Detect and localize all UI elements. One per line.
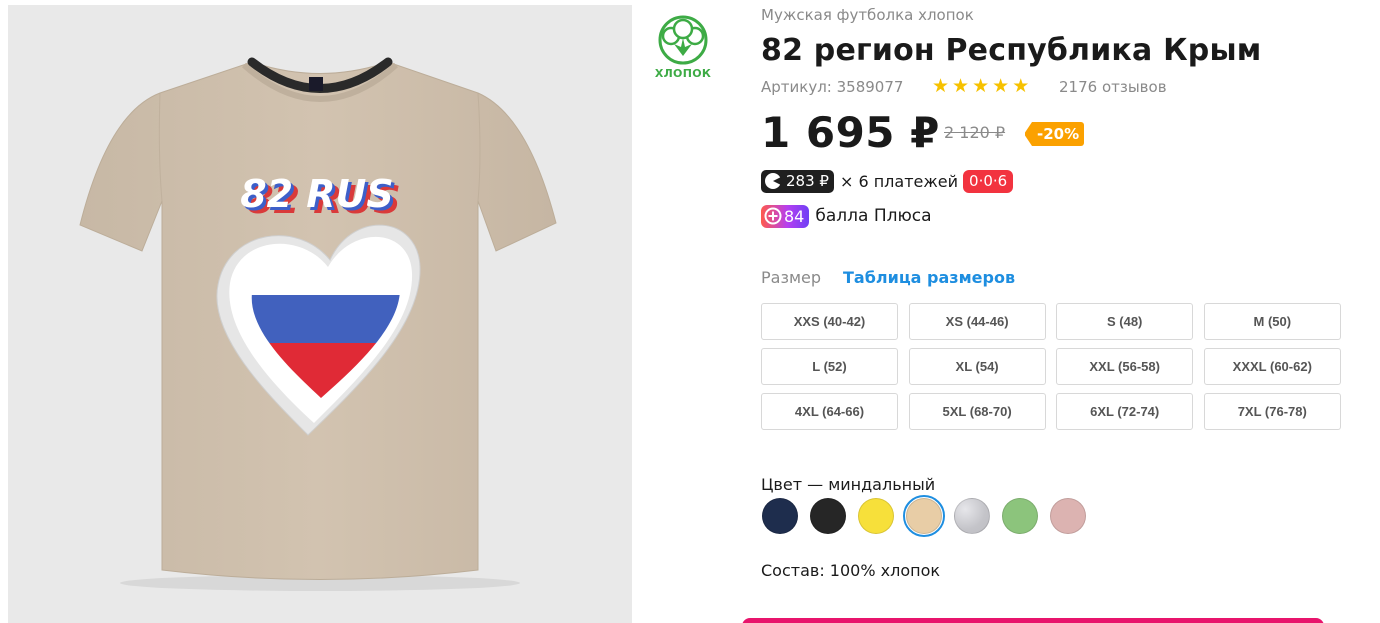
color-swatch-dot (1050, 498, 1086, 534)
add-to-cart-button[interactable] (742, 618, 1324, 623)
installments-row[interactable]: 283 ₽ × 6 платежей 0·0·6 (761, 169, 1014, 193)
color-swatch-dot (906, 498, 942, 534)
star-icon: ★ (932, 75, 953, 97)
rating-stars[interactable]: ★★★★★ (932, 75, 1032, 97)
color-swatch[interactable] (855, 495, 897, 537)
size-option[interactable]: XXL (56-58) (1056, 348, 1194, 385)
size-grid: XXS (40-42) XS (44-46) S (48) M (50) L (… (761, 303, 1341, 430)
plus-points-chip: 84 (761, 204, 810, 228)
cotton-icon (658, 15, 708, 65)
plus-text: балла Плюса (815, 206, 932, 226)
old-price: 2 120 ₽ (944, 123, 1006, 142)
cotton-badge: ХЛОПОК (651, 14, 715, 80)
product-page: 82 RUS 82 RUS 82 RUS ХЛОПОК Мужская футб… (0, 0, 1380, 623)
size-option[interactable]: 4XL (64-66) (761, 393, 898, 430)
cotton-badge-label: ХЛОПОК (654, 67, 712, 80)
size-option[interactable]: 7XL (76-78) (1203, 393, 1341, 430)
print-text: 82 RUS (240, 172, 394, 216)
product-sku: Артикул: 3589077 (761, 78, 904, 96)
color-swatch-dot (810, 498, 846, 534)
composition: Состав: 100% хлопок (761, 561, 941, 580)
star-icon: ★ (992, 75, 1013, 97)
installment-text: × 6 платежей (839, 171, 959, 191)
color-swatches (759, 495, 1089, 537)
color-swatch[interactable] (807, 495, 849, 537)
installment-amount-chip: 283 ₽ (761, 169, 834, 193)
size-label: Размер (761, 268, 822, 287)
split-icon (765, 173, 782, 189)
color-swatch[interactable] (759, 495, 801, 537)
reviews-link[interactable]: 2176 отзывов (1059, 78, 1167, 96)
installment-amount: 283 ₽ (786, 172, 829, 190)
plus-points: 84 (784, 206, 805, 226)
product-category[interactable]: Мужская футболка хлопок (761, 6, 974, 24)
current-price: 1 695 ₽ (761, 108, 940, 157)
size-option[interactable]: M (50) (1203, 303, 1341, 340)
discount-badge: -20% (1023, 122, 1085, 146)
size-option[interactable]: XXXL (60-62) (1203, 348, 1341, 385)
size-option[interactable]: 6XL (72-74) (1056, 393, 1194, 430)
color-swatch-dot (858, 498, 894, 534)
tshirt-illustration: 82 RUS 82 RUS 82 RUS (79, 57, 557, 591)
color-swatch-dot (954, 498, 990, 534)
color-swatch-dot (1002, 498, 1038, 534)
star-icon: ★ (1012, 75, 1033, 97)
color-swatch[interactable] (999, 495, 1041, 537)
product-title: 82 регион Республика Крым (761, 33, 1262, 68)
plus-points-row[interactable]: 84 балла Плюса (761, 204, 932, 228)
color-label: Цвет — миндальный (761, 475, 936, 494)
size-option[interactable]: S (48) (1056, 303, 1194, 340)
star-icon: ★ (952, 75, 973, 97)
size-option[interactable]: XXS (40-42) (761, 303, 898, 340)
color-swatch[interactable] (951, 495, 993, 537)
size-option[interactable]: L (52) (761, 348, 898, 385)
color-swatch[interactable] (1047, 495, 1089, 537)
size-option[interactable]: XS (44-46) (908, 303, 1046, 340)
size-table-link[interactable]: Таблица размеров (843, 268, 1015, 287)
color-swatch[interactable] (903, 495, 945, 537)
product-image[interactable]: 82 RUS 82 RUS 82 RUS (8, 5, 632, 623)
size-option[interactable]: XL (54) (908, 348, 1046, 385)
installment-badge: 0·0·6 (963, 169, 1014, 193)
plus-icon (764, 207, 782, 225)
size-option[interactable]: 5XL (68-70) (908, 393, 1046, 430)
color-swatch-dot (762, 498, 798, 534)
star-icon: ★ (972, 75, 993, 97)
